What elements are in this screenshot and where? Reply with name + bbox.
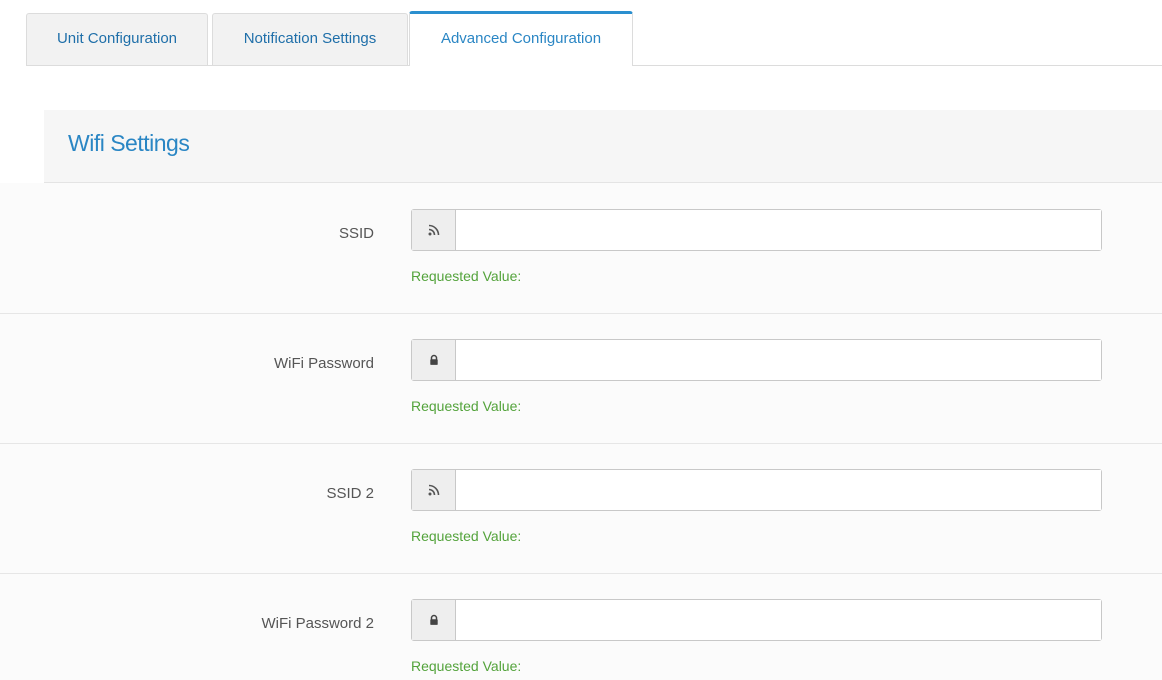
ssid-label: SSID	[338, 225, 374, 242]
tab-bar: Unit Configuration Notification Settings…	[26, 11, 1162, 66]
page: Unit Configuration Notification Settings…	[0, 0, 1162, 680]
ssid-2-input-group	[411, 469, 1102, 511]
requested-value-label: Requested Value:	[411, 268, 522, 284]
requested-value-label: Requested Value:	[411, 528, 522, 544]
rss-icon	[412, 470, 456, 510]
wifi-password-2-requested-value: Requested Value:	[411, 658, 525, 674]
ssid-2-requested-value: Requested Value:	[411, 528, 525, 544]
lock-icon	[412, 600, 456, 640]
requested-value-label: Requested Value:	[411, 398, 522, 414]
form-row-wifi-password-2: WiFi Password 2 Requested Value:	[0, 573, 1162, 680]
form-row-ssid: SSID Requested Value:	[0, 183, 1162, 313]
wifi-password-2-label: WiFi Password 2	[261, 615, 374, 632]
tab-advanced-configuration[interactable]: Advanced Configuration	[409, 11, 633, 66]
wifi-settings-form: SSID Requested Value: WiFi Password Requ…	[0, 183, 1162, 680]
form-row-ssid-2: SSID 2 Requested Value:	[0, 443, 1162, 573]
tab-unit-configuration[interactable]: Unit Configuration	[26, 13, 208, 65]
rss-icon	[412, 210, 456, 250]
ssid-requested-value: Requested Value:	[411, 268, 525, 284]
wifi-password-label: WiFi Password	[273, 355, 374, 372]
ssid-2-label: SSID 2	[326, 485, 374, 502]
wifi-password-input[interactable]	[456, 340, 1101, 380]
ssid-input-group	[411, 209, 1102, 251]
tab-notification-settings[interactable]: Notification Settings	[212, 13, 408, 65]
ssid-input[interactable]	[456, 210, 1101, 250]
wifi-password-input-group	[411, 339, 1102, 381]
lock-icon	[412, 340, 456, 380]
form-row-wifi-password: WiFi Password Requested Value:	[0, 313, 1162, 443]
ssid-2-input[interactable]	[456, 470, 1101, 510]
requested-value-label: Requested Value:	[411, 658, 522, 674]
wifi-password-requested-value: Requested Value:	[411, 398, 525, 414]
panel-header: Wifi Settings	[44, 110, 1162, 183]
wifi-password-2-input-group	[411, 599, 1102, 641]
panel-title: Wifi Settings	[68, 130, 190, 156]
wifi-password-2-input[interactable]	[456, 600, 1101, 640]
